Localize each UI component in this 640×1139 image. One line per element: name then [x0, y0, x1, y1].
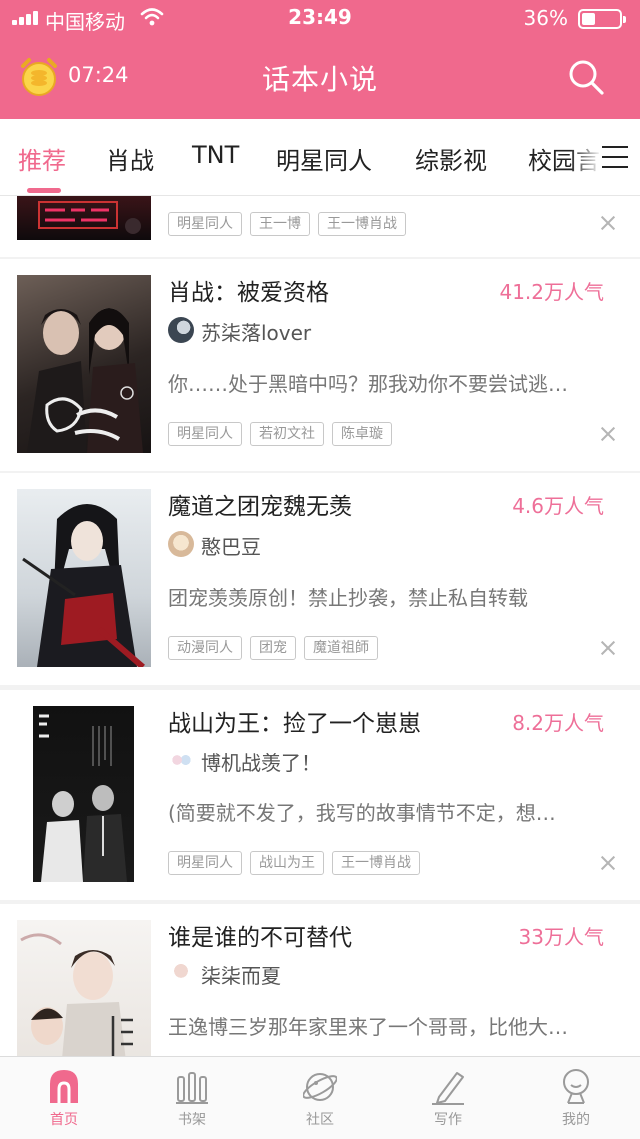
profile-icon	[563, 1069, 589, 1104]
nav-label: 写作	[434, 1112, 462, 1128]
book-cover	[17, 275, 151, 453]
nav-home[interactable]: 首页	[0, 1057, 128, 1139]
tab-film-tv[interactable]: 综影视	[415, 141, 487, 176]
story-description: (简要就不发了，我写的故事情节不定，想…	[168, 801, 556, 825]
story-description: 你……处于黑暗中吗？那我劝你不要尝试逃…	[168, 372, 568, 396]
story-title[interactable]: 谁是谁的不可替代	[168, 918, 352, 952]
nav-label: 首页	[50, 1112, 78, 1128]
nav-bookshelf[interactable]: 书架	[128, 1057, 256, 1139]
tag[interactable]: 王一博	[250, 212, 310, 236]
bookshelf-icon	[176, 1072, 208, 1104]
planet-icon	[303, 1073, 337, 1101]
dismiss-icon[interactable]	[600, 855, 616, 871]
book-cover	[17, 196, 151, 240]
search-icon[interactable]	[566, 57, 606, 97]
battery-icon	[578, 9, 626, 29]
header: 中国移动 23:49 36% 07:24 话本小说	[0, 0, 640, 119]
battery-percent: 36%	[523, 6, 568, 30]
tag-list: 明星同人 战山为王 王一博肖战	[168, 851, 420, 875]
book-cover	[17, 920, 151, 1056]
story-title[interactable]: 魔道之团宠魏无羡	[168, 487, 352, 521]
tag-list: 动漫同人 团宠 魔道祖師	[168, 636, 378, 660]
battery-fill	[582, 13, 595, 25]
story-description: 王逸博三岁那年家里来了一个哥哥，比他大…	[168, 1015, 568, 1039]
tag[interactable]: 王一博肖战	[332, 851, 420, 875]
status-bar: 中国移动 23:49 36%	[0, 0, 640, 36]
category-tabs: 推荐 肖战 TNT 明星同人 综影视 校园言	[0, 119, 640, 196]
avatar[interactable]	[168, 531, 194, 557]
bottom-tab-bar: 首页 书架 社区 写作 我的	[0, 1056, 640, 1139]
tag[interactable]: 王一博肖战	[318, 212, 406, 236]
nav-label: 社区	[306, 1112, 334, 1128]
avatar[interactable]	[168, 960, 194, 986]
book-cover	[33, 706, 134, 882]
app-bar: 07:24 话本小说	[0, 36, 640, 119]
popularity-count: 41.2万人气	[499, 280, 604, 304]
tag[interactable]: 明星同人	[168, 422, 242, 446]
avatar[interactable]	[168, 317, 194, 343]
author-name[interactable]: 憨巴豆	[201, 531, 261, 560]
tag[interactable]: 若初文社	[250, 422, 324, 446]
pen-icon	[432, 1072, 464, 1105]
author-name[interactable]: 苏柒落lover	[201, 317, 311, 346]
nav-label: 我的	[562, 1112, 590, 1128]
story-card[interactable]: 谁是谁的不可替代 33万人气 柒柒而夏 王逸博三岁那年家里来了一个哥哥，比他大…	[0, 904, 640, 1056]
popularity-count: 33万人气	[518, 925, 604, 949]
tag[interactable]: 团宠	[250, 636, 296, 660]
tab-celebrity-fanfic[interactable]: 明星同人	[276, 141, 372, 176]
tag[interactable]: 魔道祖師	[304, 636, 378, 660]
author-name[interactable]: 柒柒而夏	[201, 960, 281, 989]
book-cover	[17, 489, 151, 667]
dismiss-icon[interactable]	[600, 215, 616, 231]
avatar[interactable]	[168, 747, 194, 773]
story-description: 团宠羡羡原创！禁止抄袭，禁止私自转载	[168, 586, 528, 610]
story-card[interactable]: 明星同人 王一博 王一博肖战	[0, 196, 640, 257]
tab-xiaozhan[interactable]: 肖战	[106, 141, 154, 176]
dismiss-icon[interactable]	[600, 426, 616, 442]
tab-recommended[interactable]: 推荐	[18, 141, 66, 176]
tag-list: 明星同人 若初文社 陈卓璇	[168, 422, 392, 446]
story-card[interactable]: 魔道之团宠魏无羡 4.6万人气 憨巴豆 团宠羡羡原创！禁止抄袭，禁止私自转载 动…	[0, 473, 640, 685]
story-feed: 明星同人 王一博 王一博肖战 肖战：被爱资格 41.2万人气 苏柒落lover …	[0, 196, 640, 1056]
nav-profile[interactable]: 我的	[512, 1057, 640, 1139]
tag-list: 明星同人 王一博 王一博肖战	[168, 212, 406, 236]
home-arch-icon	[50, 1070, 78, 1103]
tag[interactable]: 动漫同人	[168, 636, 242, 660]
story-title[interactable]: 肖战：被爱资格	[168, 273, 329, 307]
active-tab-indicator	[27, 188, 61, 193]
nav-write[interactable]: 写作	[384, 1057, 512, 1139]
story-card[interactable]: 肖战：被爱资格 41.2万人气 苏柒落lover 你……处于黑暗中吗？那我劝你不…	[0, 259, 640, 471]
author-name[interactable]: 博机战羡了！	[201, 747, 321, 776]
tag[interactable]: 明星同人	[168, 212, 242, 236]
app-title: 话本小说	[261, 63, 378, 96]
dismiss-icon[interactable]	[600, 640, 616, 656]
tag[interactable]: 明星同人	[168, 851, 242, 875]
menu-icon[interactable]	[602, 146, 628, 168]
popularity-count: 8.2万人气	[512, 711, 604, 735]
story-title[interactable]: 战山为王：捡了一个崽崽	[168, 704, 421, 738]
story-card[interactable]: 战山为王：捡了一个崽崽 8.2万人气 博机战羡了！ (简要就不发了，我写的故事情…	[0, 690, 640, 900]
tag[interactable]: 战山为王	[250, 851, 324, 875]
nav-community[interactable]: 社区	[256, 1057, 384, 1139]
nav-label: 书架	[178, 1112, 206, 1128]
popularity-count: 4.6万人气	[512, 494, 604, 518]
tab-tnt[interactable]: TNT	[192, 141, 239, 169]
tag[interactable]: 陈卓璇	[332, 422, 392, 446]
